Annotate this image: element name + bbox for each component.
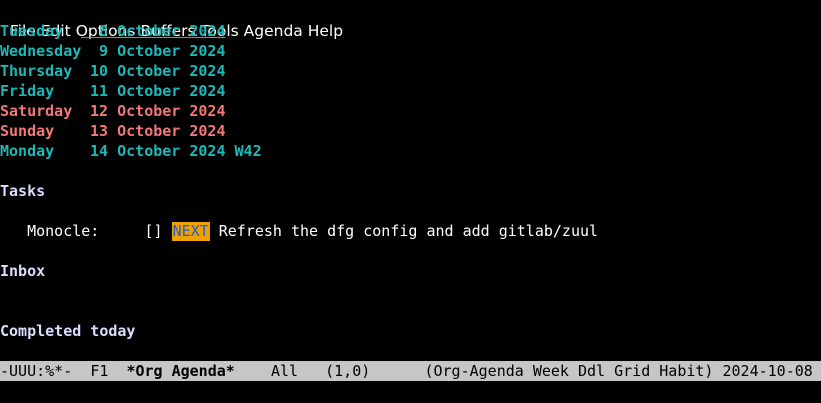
agenda-day-line[interactable]: Monday 14 October 2024 W42 [0, 141, 262, 161]
task-title: Refresh the dfg config and add gitlab/zu… [218, 222, 599, 240]
agenda-week-number: W42 [225, 142, 262, 160]
modeline-buffer-name[interactable]: *Org Agenda* [126, 362, 234, 380]
agenda-day-line[interactable]: Sunday 13 October 2024 [0, 121, 226, 141]
section-inbox: Inbox [0, 262, 46, 280]
task-category: Monocle: [27, 222, 100, 240]
agenda-day-name: Saturday [0, 102, 73, 120]
agenda-day-date: 12 October 2024 [81, 102, 226, 120]
agenda-day-date: 8 October 2024 [81, 22, 226, 40]
agenda-day-line[interactable]: Tuesday 8 October 2024 [0, 21, 226, 41]
task-checkbox[interactable]: [] [145, 222, 163, 240]
menu-bar: File Edit Options Buffers Tools Agenda H… [0, 1, 343, 40]
agenda-day-date: 9 October 2024 [81, 42, 226, 60]
mode-line: -UUU:%*- F1 *Org Agenda* All (1,0) (Org-… [0, 361, 821, 381]
agenda-day-date: 14 October 2024 [81, 142, 226, 160]
agenda-day-line[interactable]: Saturday 12 October 2024 [0, 101, 226, 121]
modeline-position: All [270, 362, 299, 380]
menu-help[interactable]: Help [308, 22, 343, 40]
agenda-day-name: Monday [0, 142, 55, 160]
agenda-day-line[interactable]: Wednesday 9 October 2024 [0, 41, 226, 61]
agenda-day-line[interactable]: Thursday 10 October 2024 [0, 61, 226, 81]
agenda-day-date: 11 October 2024 [81, 82, 226, 100]
agenda-day-name: Wednesday [0, 42, 82, 60]
agenda-day-date: 13 October 2024 [81, 122, 226, 140]
agenda-day-line[interactable]: Friday 11 October 2024 [0, 81, 226, 101]
menu-agenda[interactable]: Agenda [244, 22, 303, 40]
modeline-modes[interactable]: (Org-Agenda Week Ddl Grid Habit) [424, 362, 713, 380]
modeline-line-col: (1,0) [325, 362, 371, 380]
modeline-state: -UUU:%*- [0, 362, 73, 380]
agenda-day-name: Friday [0, 82, 55, 100]
section-completed: Completed today [0, 322, 136, 340]
task-keyword-badge: NEXT [171, 222, 210, 241]
agenda-day-date: 10 October 2024 [81, 62, 226, 80]
agenda-day-name: Tuesday [0, 22, 64, 40]
task-item[interactable]: Monocle: [] NEXT Refresh the dfg config … [0, 221, 598, 241]
agenda-day-name: Sunday [0, 122, 55, 140]
modeline-frame: F1 [90, 362, 109, 380]
modeline-date: 2024-10-08 [722, 362, 813, 380]
section-tasks: Tasks [0, 182, 46, 200]
agenda-day-name: Thursday [0, 62, 73, 80]
